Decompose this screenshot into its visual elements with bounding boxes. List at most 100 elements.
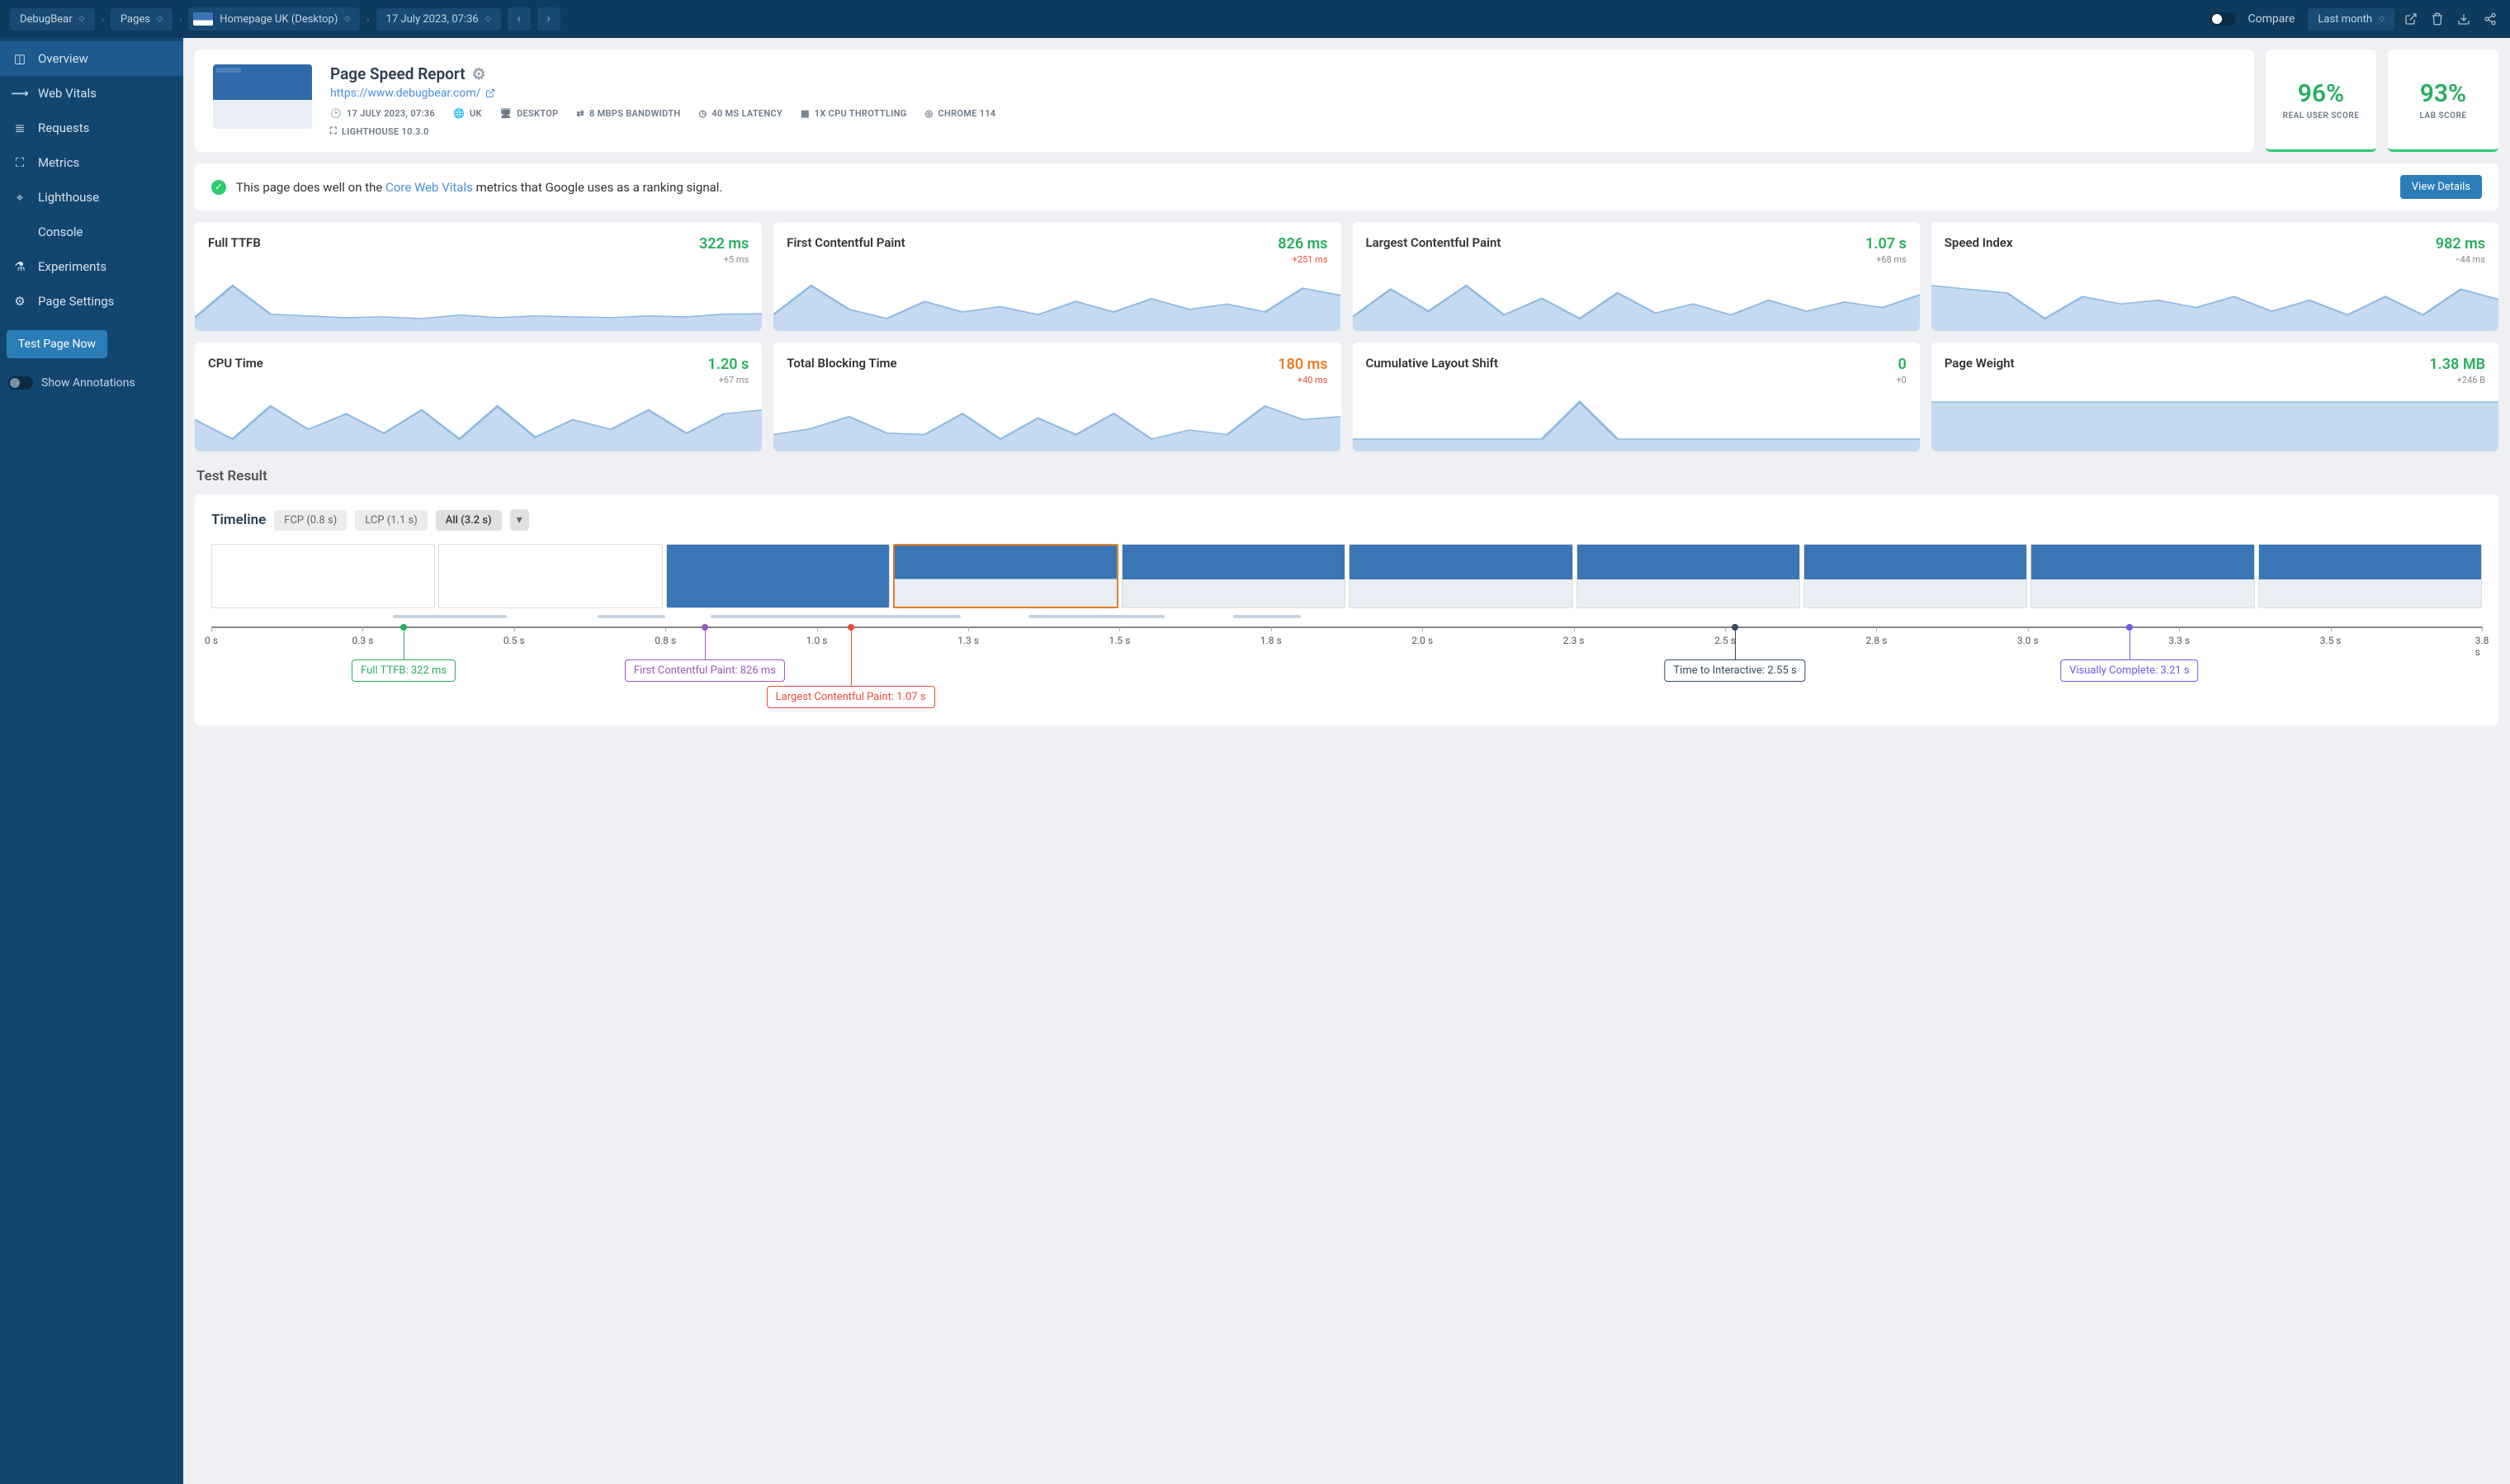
share-icon[interactable]	[2480, 9, 2500, 29]
show-annotations-label: Show Annotations	[41, 376, 135, 390]
view-details-button[interactable]: View Details	[2400, 175, 2482, 199]
caret-icon: ◇	[157, 15, 163, 23]
metric-delta: +67 ms	[708, 375, 749, 385]
breadcrumb-datetime[interactable]: 17 July 2023, 07:36◇	[376, 8, 501, 31]
meta-bandwidth: ⇄ 8 MBPS BANDWIDTH	[576, 108, 680, 119]
filmstrip-frame[interactable]	[1349, 544, 1572, 608]
metric-name: CPU Time	[208, 356, 263, 385]
metrics-grid: Full TTFB322 ms+5 ms First Contentful Pai…	[195, 222, 2498, 451]
timeline-marker-fcp: First Contentful Paint: 826 ms	[625, 659, 785, 682]
metric-value: 0	[1896, 356, 1906, 373]
core-web-vitals-link[interactable]: Core Web Vitals	[385, 180, 473, 195]
filmstrip-frame[interactable]	[2030, 544, 2254, 608]
tick-label: 3.0 s	[2017, 635, 2039, 646]
tick-label: 3.8 s	[2475, 635, 2489, 658]
metric-card-cpu-time[interactable]: CPU Time1.20 s+67 ms	[195, 343, 762, 451]
topbar: DebugBear◇ › Pages◇ › Homepage UK (Deskt…	[0, 0, 2510, 38]
filmstrip-frame[interactable]	[666, 544, 890, 608]
tick-label: 1.3 s	[957, 635, 979, 646]
tick-label: 1.8 s	[1260, 635, 1282, 646]
filmstrip-frame[interactable]	[2258, 544, 2482, 608]
metric-value: 1.38 MB	[2429, 356, 2485, 373]
breadcrumb-page[interactable]: Homepage UK (Desktop)◇	[188, 7, 360, 31]
sidebar: ◫Overview⟿Web Vitals≣Requests⛶Metrics⌖Li…	[0, 38, 183, 1484]
breadcrumb-pages[interactable]: Pages◇	[111, 8, 173, 31]
external-link-icon	[485, 88, 495, 98]
page-url[interactable]: https://www.debugbear.com/	[330, 87, 995, 100]
metric-card-page-weight[interactable]: Page Weight1.38 MB+246 B	[1931, 343, 2498, 451]
timeline-marker-ttfb: Full TTFB: 322 ms	[352, 659, 456, 682]
sidebar-item-overview[interactable]: ◫Overview	[0, 41, 183, 76]
tick-label: 0.5 s	[503, 635, 525, 646]
sidebar-item-web-vitals[interactable]: ⟿Web Vitals	[0, 76, 183, 111]
metric-card-cumulative-layout-shift[interactable]: Cumulative Layout Shift0+0	[1353, 343, 1920, 451]
download-icon[interactable]	[2454, 9, 2474, 29]
sidebar-item-console[interactable]: Console	[0, 215, 183, 249]
timeline-more-button[interactable]: ▾	[510, 509, 529, 531]
vitals-message: This page does well on the Core Web Vita…	[236, 180, 722, 195]
tick-label: 2.0 s	[1411, 635, 1433, 646]
trash-icon[interactable]	[2427, 9, 2447, 29]
metric-delta: +5 ms	[699, 254, 749, 265]
sidebar-item-page-settings[interactable]: ⚙Page Settings	[0, 284, 183, 319]
timeline-pill-fcp[interactable]: FCP (0.8 s)	[274, 510, 347, 531]
gear-icon[interactable]: ⚙	[472, 64, 486, 83]
metric-card-full-ttfb[interactable]: Full TTFB322 ms+5 ms	[195, 222, 762, 331]
metric-card-speed-index[interactable]: Speed Index982 ms−44 ms	[1931, 222, 2498, 331]
core-web-vitals-banner: ✓ This page does well on the Core Web Vi…	[195, 163, 2498, 210]
timeline-card: Timeline FCP (0.8 s) LCP (1.1 s) All (3.…	[195, 494, 2498, 725]
filmstrip-frame[interactable]	[438, 544, 662, 608]
metric-name: Largest Contentful Paint	[1366, 235, 1501, 265]
real-user-score-card[interactable]: 96% REAL USER SCORE	[2266, 50, 2376, 152]
test-result-heading: Test Result	[195, 468, 2498, 484]
tick-label: 2.8 s	[1865, 635, 1887, 646]
timeline-marker-vc: Visually Complete: 3.21 s	[2060, 659, 2199, 682]
test-page-now-button[interactable]: Test Page Now	[7, 330, 107, 358]
meta-device: 🖥 DESKTOP	[500, 108, 559, 119]
metric-name: Full TTFB	[208, 235, 261, 265]
sidebar-item-lighthouse[interactable]: ⌖Lighthouse	[0, 180, 183, 215]
sidebar-item-metrics[interactable]: ⛶Metrics	[0, 145, 183, 180]
filmstrip-frame[interactable]	[1803, 544, 2027, 608]
meta-latency: ◷ 40 MS LATENCY	[698, 108, 782, 119]
meta-lighthouse: ⛶ LIGHTHOUSE 10.3.0	[330, 125, 429, 137]
filmstrip-frame[interactable]	[1122, 544, 1345, 608]
tick-label: 0.8 s	[655, 635, 676, 646]
check-icon: ✓	[211, 180, 226, 195]
sidebar-item-experiments[interactable]: ⚗Experiments	[0, 249, 183, 284]
metric-card-largest-contentful-paint[interactable]: Largest Contentful Paint1.07 s+68 ms	[1353, 222, 1920, 331]
metric-value: 1.07 s	[1865, 235, 1907, 253]
lab-score-card[interactable]: 93% LAB SCORE	[2388, 50, 2498, 152]
meta-datetime: 🕑 17 JULY 2023, 07:36	[330, 108, 435, 119]
pulse-icon: ⟿	[13, 86, 26, 101]
tick-label: 3.5 s	[2320, 635, 2342, 646]
date-range-button[interactable]: Last month◇	[2308, 8, 2394, 31]
metric-card-first-contentful-paint[interactable]: First Contentful Paint826 ms+251 ms	[773, 222, 1340, 331]
prev-test-button[interactable]: ‹	[508, 7, 531, 31]
caret-icon: ◇	[2379, 15, 2385, 23]
breadcrumb-project[interactable]: DebugBear◇	[10, 8, 95, 31]
compare-label: Compare	[2248, 12, 2295, 26]
metric-value: 982 ms	[2436, 235, 2485, 253]
timeline-marker-tti: Time to Interactive: 2.55 s	[1664, 659, 1805, 682]
metric-card-total-blocking-time[interactable]: Total Blocking Time180 ms+40 ms	[773, 343, 1340, 451]
sidebar-item-requests[interactable]: ≣Requests	[0, 111, 183, 145]
timeline-pill-all[interactable]: All (3.2 s)	[436, 510, 502, 531]
metric-name: Cumulative Layout Shift	[1366, 356, 1499, 385]
annotations-toggle[interactable]	[8, 376, 33, 390]
tick-label: 1.0 s	[806, 635, 828, 646]
filmstrip-frame[interactable]	[1576, 544, 1800, 608]
filmstrip-frame[interactable]	[893, 544, 1118, 608]
tick-label: 3.3 s	[2168, 635, 2190, 646]
open-external-icon[interactable]	[2401, 9, 2421, 29]
lab-score-value: 93%	[2420, 79, 2466, 108]
metric-name: First Contentful Paint	[787, 235, 905, 265]
timeline-marker-lcp: Largest Contentful Paint: 1.07 s	[767, 686, 935, 708]
next-test-button[interactable]: ›	[537, 7, 560, 31]
real-user-score-label: REAL USER SCORE	[2283, 111, 2360, 121]
metric-value: 826 ms	[1278, 235, 1327, 253]
compare-toggle[interactable]	[2210, 12, 2235, 26]
filmstrip-frame[interactable]	[211, 544, 435, 608]
timeline-pill-lcp[interactable]: LCP (1.1 s)	[355, 510, 427, 531]
meta-browser: ◎ CHROME 114	[925, 108, 996, 119]
